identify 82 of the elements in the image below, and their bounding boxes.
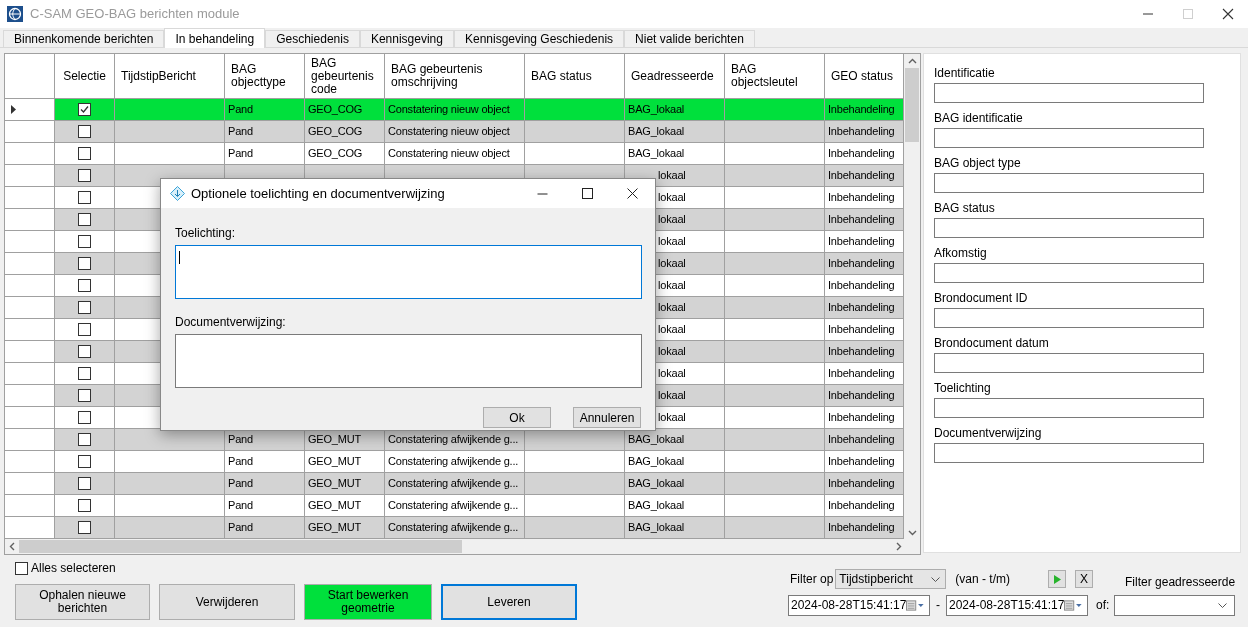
table-cell-text: Pand [228, 124, 253, 140]
table-cell-text: Inbehandeling [828, 234, 895, 250]
table-cell-text: lokaal [658, 388, 686, 404]
table-cell-text: Pand [228, 432, 253, 448]
range-label: (van - t/m) [955, 571, 1011, 588]
table-cell-text: GEO_MUT [308, 498, 361, 514]
table-cell-text: GEO_MUT [308, 454, 361, 470]
table-cell-text: Pand [228, 102, 253, 118]
table-cell-text: lokaal [658, 256, 686, 272]
table-cell-text: Constatering nieuw object [388, 146, 510, 162]
table-cell-text: BAG_lokaal [628, 146, 685, 162]
table-cell-text: Constatering nieuw object [388, 102, 510, 118]
table-cell-text: lokaal [658, 190, 686, 206]
field-label: Documentverwijzing [934, 426, 1043, 440]
filter-label: Filter geadresseerde [1125, 574, 1236, 591]
table-cell-text: GEO_MUT [308, 476, 361, 492]
table-cell-text: lokaal [658, 322, 686, 338]
table-cell-text: BAG_lokaal [628, 124, 685, 140]
table-cell-text: lokaal [658, 410, 686, 426]
table-cell-text: BAG_lokaal [628, 498, 685, 514]
field-label: Identificatie [934, 66, 996, 80]
or-label: of: [1096, 597, 1110, 614]
table-cell-text: Inbehandeling [828, 410, 895, 426]
table-cell-text: Inbehandeling [828, 520, 895, 536]
table-cell-text: Inbehandeling [828, 124, 895, 140]
table-cell-text: GEO_MUT [308, 432, 361, 448]
table-cell-text: GEO_COG [308, 102, 363, 118]
table-cell-text: lokaal [658, 278, 686, 294]
table-cell-text: GEO_MUT [308, 520, 361, 536]
table-cell-text: Inbehandeling [828, 432, 895, 448]
table-cell-text: Inbehandeling [828, 498, 895, 514]
table-cell-text: Inbehandeling [828, 476, 895, 492]
table-cell-text: Inbehandeling [828, 454, 895, 470]
table-cell-text: BAG_lokaal [628, 454, 685, 470]
table-cell-text: lokaal [658, 168, 686, 184]
table-cell-text: Inbehandeling [828, 278, 895, 294]
table-cell-text: Inbehandeling [828, 344, 895, 360]
table-cell-text: Inbehandeling [828, 168, 895, 184]
table-cell-text: lokaal [658, 212, 686, 228]
table-cell-text: Inbehandeling [828, 256, 895, 272]
table-cell-text: lokaal [658, 300, 686, 316]
field-label: Afkomstig [934, 246, 988, 260]
table-cell-text: Constatering afwijkende g... [388, 498, 519, 514]
table-cell-text: BAG_lokaal [628, 102, 685, 118]
table-cell-text: lokaal [658, 234, 686, 250]
field-label: Toelichting: [175, 225, 237, 242]
field-label: BAG object type [934, 156, 1022, 170]
range-separator: - [936, 597, 940, 614]
table-cell-text: Inbehandeling [828, 322, 895, 338]
table-cell-text: lokaal [658, 344, 686, 360]
table-cell-text: Pand [228, 454, 253, 470]
field-label: BAG identificatie [934, 111, 1024, 125]
field-label: Toelichting [934, 381, 992, 395]
table-cell-text: Pand [228, 146, 253, 162]
table-cell-text: Constatering nieuw object [388, 124, 510, 140]
field-label: Documentverwijzing: [175, 314, 287, 331]
table-cell-text: Constatering afwijkende g... [388, 520, 519, 536]
table-cell-text: GEO_COG [308, 146, 363, 162]
table-cell-text: GEO_COG [308, 124, 363, 140]
table-cell-text: BAG_lokaal [628, 432, 685, 448]
table-cell-text: Constatering afwijkende g... [388, 454, 519, 470]
table-cell-text: Pand [228, 476, 253, 492]
table-cell-text: Inbehandeling [828, 300, 895, 316]
window-title: C-SAM GEO-BAG berichten module [30, 5, 240, 24]
table-cell-text: Inbehandeling [828, 190, 895, 206]
table-cell-text: lokaal [658, 366, 686, 382]
table-cell-text: BAG_lokaal [628, 520, 685, 536]
table-cell-text: Pand [228, 498, 253, 514]
table-cell-text: Inbehandeling [828, 212, 895, 228]
table-cell-text: Inbehandeling [828, 146, 895, 162]
field-label: BAG status [934, 201, 996, 215]
field-label: Brondocument ID [934, 291, 1029, 305]
table-cell-text: Inbehandeling [828, 102, 895, 118]
field-label: Brondocument datum [934, 336, 1050, 350]
filter-label: Filter op [790, 571, 834, 588]
table-cell-text: Constatering afwijkende g... [388, 476, 519, 492]
dialog-title: Optionele toelichting en documentverwijzing [191, 184, 445, 203]
table-cell-text: BAG_lokaal [628, 476, 685, 492]
table-cell-text: Inbehandeling [828, 388, 895, 404]
table-cell-text: Pand [228, 520, 253, 536]
table-cell-text: Constatering afwijkende g... [388, 432, 519, 448]
table-cell-text: Inbehandeling [828, 366, 895, 382]
